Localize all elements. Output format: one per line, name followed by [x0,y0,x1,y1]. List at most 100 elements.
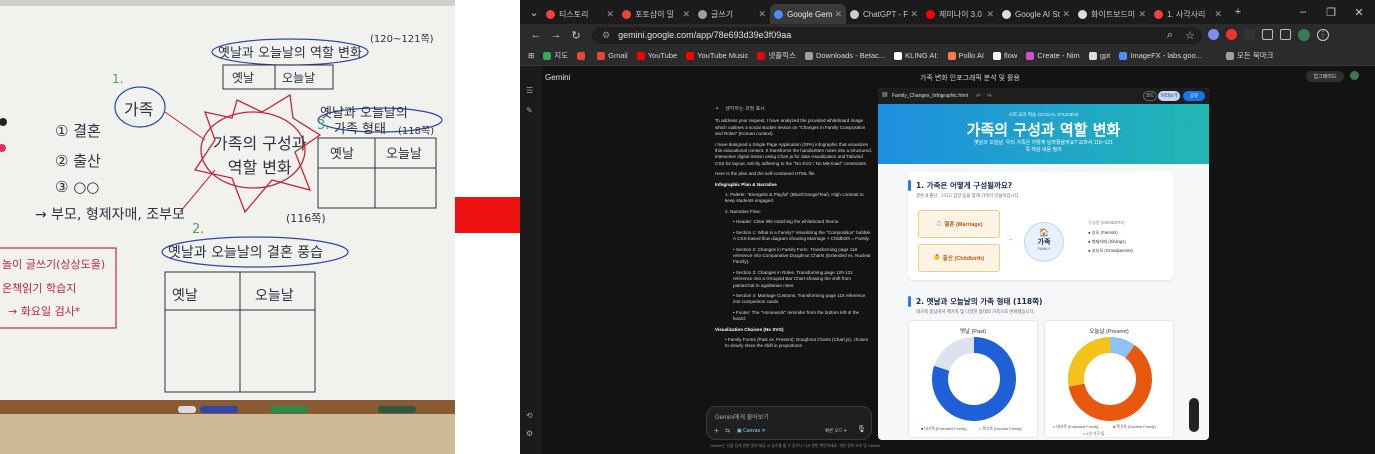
browser-tab[interactable]: 티스토리 ✕ [542,4,618,24]
browser-tab[interactable]: 화이트보드미 ✕ [1074,4,1150,24]
browser-tab[interactable]: 글쓰기 ✕ [694,4,770,24]
tab-favicon-icon [774,9,783,19]
tab-favicon-icon [1154,9,1163,19]
new-chat-icon[interactable]: ✎ [526,106,536,116]
forward-icon[interactable]: → [548,27,564,43]
members-title: 구성원 (MEMBERS) [1088,220,1125,225]
code-button[interactable]: 코드 [1143,91,1157,101]
family-en-label: FAMILY [1037,247,1051,251]
settings-icon[interactable]: ⚙ [526,429,536,439]
add-icon[interactable]: + [714,426,719,435]
gemini-app-name[interactable]: Gemini [545,73,570,82]
bookmark-item[interactable]: 모든 북마크 [1225,50,1274,61]
tab-close-icon[interactable]: ✕ [682,9,690,20]
menu-kebab-icon[interactable]: ⋮ [1317,29,1329,41]
infographic-header: 사회 교과 학습 (SOCIAL STUDIES) 가족의 구성과 역할 변화 … [878,104,1209,164]
past-legend-2: ■ 핵가족 (Nuclear Family) [979,427,1022,432]
zoom-icon[interactable]: ⌕ [1162,27,1178,43]
bookmark-item[interactable]: Create - Nim [1026,50,1080,61]
minimize-button[interactable]: – [1295,4,1311,20]
extension-icon[interactable] [1226,29,1237,40]
bookmark-favicon-icon [597,51,606,60]
bookmark-item[interactable]: Gmail [597,50,628,61]
sidepanel-icon[interactable] [1280,29,1291,40]
bookmark-item[interactable]: gpt [1088,50,1110,61]
bookmark-item[interactable]: Downloads - Betac... [804,50,885,61]
preview-button[interactable]: 미리보기 [1158,91,1180,101]
canvas-chip[interactable]: ▣ Canvas ✕ [737,428,766,434]
response-list-item: • Section 4: Marriage Customs. Transform… [733,292,866,305]
tab-close-icon[interactable]: ✕ [606,9,614,20]
bookmark-label: Gmail [608,51,628,60]
section2-title: 2. 옛날과 오늘날의 가족 형태 (118쪽) [916,297,1043,306]
bookmark-item[interactable]: YouTube [636,50,677,61]
browser-tab[interactable]: Google Gem ✕ [770,4,846,24]
wb-num2: 2. [192,222,205,237]
thinking-toggle[interactable]: ✦ 생각하는 과정 표시 [715,106,873,112]
browser-tab[interactable]: 1. 사각사리 ✕ [1150,4,1226,24]
browser-tab[interactable]: 포토샵이 밀 ✕ [618,4,694,24]
back-icon[interactable]: ← [528,27,544,43]
reload-icon[interactable]: ↻ [568,27,584,43]
upgrade-button[interactable]: 업그레이드 [1306,71,1344,82]
response-list-item: • Section 2: Changes in Family Form. Tra… [733,246,871,265]
arrow-right-icon: → [1006,234,1014,243]
tab-favicon-icon [1078,9,1087,19]
account-avatar[interactable] [1350,71,1359,80]
mode-selector[interactable]: 빠른 모드 ▾ [825,428,846,434]
tab-close-icon[interactable]: ✕ [986,9,994,20]
tab-close-icon[interactable]: ✕ [758,9,766,20]
tab-close-icon[interactable]: ✕ [834,9,842,20]
wb-customs-pages: (116쪽) [286,212,326,225]
tab-search-icon[interactable]: ⌄ [526,4,542,20]
bookmark-item[interactable]: KLING AI: [894,50,939,61]
bookmark-star-icon[interactable]: ☆ [1182,27,1198,43]
maximize-button[interactable]: ❐ [1323,4,1339,20]
extensions-puzzle-icon[interactable] [1262,29,1273,40]
response-list-item: 1. Palette: "Energetic & Playful" (Blue/… [725,192,864,204]
tab-close-icon[interactable]: ✕ [1138,9,1146,20]
bookmark-item[interactable] [577,50,588,61]
bookmark-list: 지도 Gmail YouTube YouTube Music 넷플릭스 Downloads… [534,50,1274,61]
browser-tab[interactable]: Google AI St ✕ [998,4,1074,24]
tab-close-icon[interactable]: ✕ [910,9,918,20]
close-window-button[interactable]: ✕ [1351,4,1367,20]
undo-icon[interactable]: ↶ [976,93,981,100]
url-field[interactable]: ⚙ gemini.google.com/app/78e693d39e3f09aa [592,26,1202,44]
extension-icon[interactable] [1208,29,1219,40]
marker-green [270,406,308,413]
wb-roles-col-past: 옛날 [232,71,255,85]
tab-close-icon[interactable]: ✕ [1214,9,1222,20]
redo-icon[interactable]: ↷ [987,93,992,100]
mic-icon[interactable]: 🎙 [857,425,866,433]
gemini-page: ☰ ✎ ⟲ ⚙ Gemini 가족 변화 인포그래픽 분석 및 활용 업그레이드… [520,66,1375,454]
share-button[interactable]: 공유 [1183,91,1205,101]
canvas-filename[interactable]: Family_Changes_Infographic.html [892,93,968,99]
tab-close-icon[interactable]: ✕ [1062,9,1070,20]
browser-tab[interactable]: ChatGPT - F ✕ [846,4,922,24]
bookmark-item[interactable]: flow [992,50,1017,61]
magnet [0,144,6,152]
menu-icon[interactable]: ☰ [526,86,536,96]
legend-swatch: ■ [1053,425,1056,429]
site-info-icon[interactable]: ⚙ [602,30,610,41]
floating-toolbar[interactable] [1189,398,1199,432]
browser-tab[interactable]: 제미나이 3.0 ✕ [922,4,998,24]
conversation-title[interactable]: 가족 변화 인포그래픽 분석 및 활용 [920,73,1020,83]
profile-avatar[interactable] [1298,29,1310,41]
section1-subtitle: 결혼과 출산, 그리고 입양 등을 통해 가족이 만들어집니다. [916,193,1020,198]
bookmark-item[interactable]: YouTube Music [686,50,748,61]
bookmark-item[interactable]: 지도 [543,50,568,61]
new-tab-button[interactable]: + [1230,4,1246,20]
family-circle: 🏠 가족 FAMILY [1024,222,1064,262]
bookmark-label: KLING AI: [905,51,939,60]
eraser [178,406,196,413]
tools-icon[interactable]: ⇆ [725,427,730,434]
bookmark-item[interactable]: ImageFX - labs.goo... [1119,50,1202,61]
bookmark-item[interactable]: 넷플릭스 [757,50,796,61]
section2-card: 2. 옛날과 오늘날의 가족 형태 (118쪽) 대가족 중심에서 핵가족 및 … [908,288,1174,440]
activity-icon[interactable]: ⟲ [526,411,536,421]
prompt-input[interactable]: Gemini에게 물어보기 + ⇆ ▣ Canvas ✕ 빠른 모드 ▾ 🎙 [706,406,872,440]
bookmark-item[interactable]: Pollo AI [947,50,984,61]
extension-icon[interactable] [1244,29,1255,40]
